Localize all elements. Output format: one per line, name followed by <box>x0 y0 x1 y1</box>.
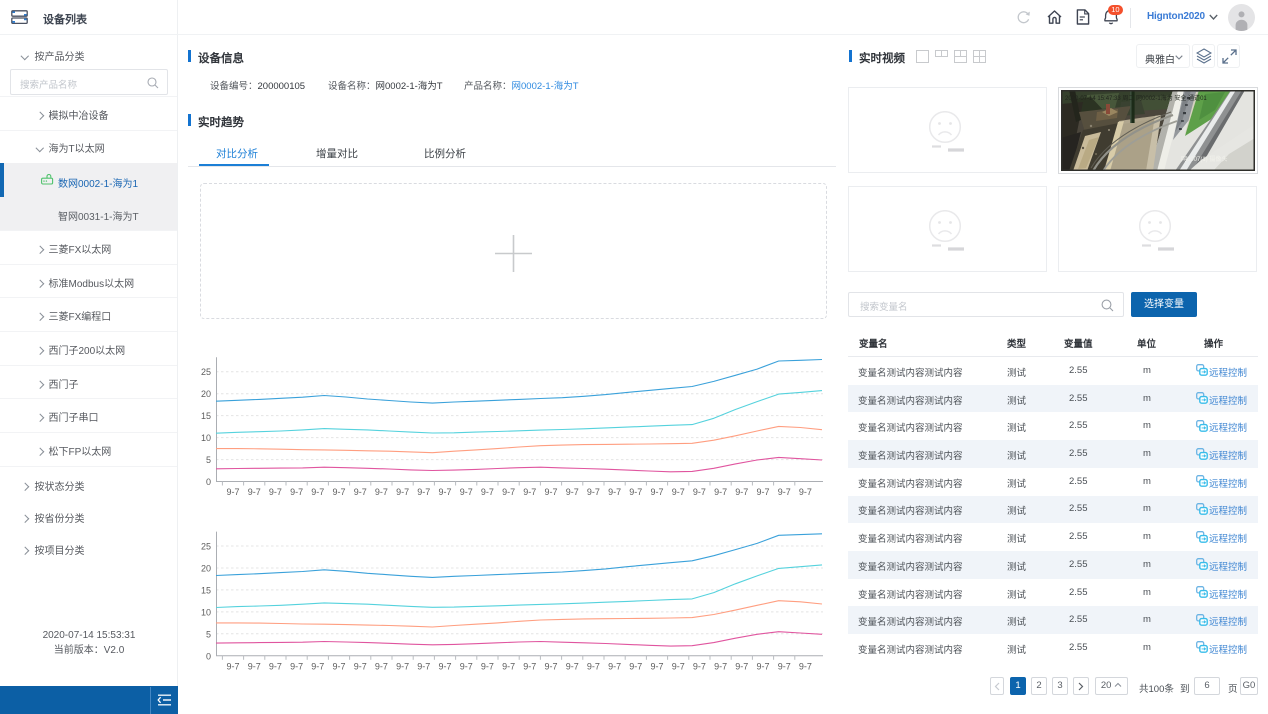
svg-text:9-7: 9-7 <box>566 661 579 671</box>
svg-text:9-7: 9-7 <box>735 487 748 497</box>
svg-text:25: 25 <box>201 367 211 377</box>
svg-text:10: 10 <box>201 433 211 443</box>
svg-text:9-7: 9-7 <box>375 487 388 497</box>
svg-text:9-7: 9-7 <box>778 661 791 671</box>
svg-text:9-7: 9-7 <box>438 487 451 497</box>
svg-text:9-7: 9-7 <box>460 661 473 671</box>
svg-text:9-7: 9-7 <box>629 487 642 497</box>
svg-text:9-7: 9-7 <box>714 487 727 497</box>
svg-text:15: 15 <box>201 585 211 595</box>
svg-text:9-7: 9-7 <box>714 661 727 671</box>
svg-text:9-7: 9-7 <box>417 661 430 671</box>
svg-text:5: 5 <box>206 455 211 465</box>
svg-text:9-7: 9-7 <box>672 661 685 671</box>
svg-text:9-7: 9-7 <box>799 661 812 671</box>
svg-text:9-7: 9-7 <box>544 487 557 497</box>
svg-text:9-7: 9-7 <box>544 661 557 671</box>
svg-text:9-7: 9-7 <box>396 661 409 671</box>
svg-text:5: 5 <box>206 629 211 639</box>
svg-text:9-7: 9-7 <box>290 661 303 671</box>
svg-text:9-7: 9-7 <box>693 487 706 497</box>
svg-text:9-7: 9-7 <box>523 487 536 497</box>
svg-text:9-7: 9-7 <box>672 487 685 497</box>
svg-text:9-7: 9-7 <box>756 487 769 497</box>
svg-text:9-7: 9-7 <box>735 661 748 671</box>
svg-text:9-7: 9-7 <box>650 487 663 497</box>
svg-text:9-7: 9-7 <box>481 661 494 671</box>
svg-text:9-7: 9-7 <box>587 661 600 671</box>
svg-text:9-7: 9-7 <box>248 487 261 497</box>
svg-text:9-7: 9-7 <box>311 661 324 671</box>
svg-text:9-7: 9-7 <box>332 661 345 671</box>
svg-text:网0007(1) 摄像头: 网0007(1) 摄像头 <box>1181 155 1227 163</box>
svg-text:9-7: 9-7 <box>693 661 706 671</box>
svg-text:9-7: 9-7 <box>481 487 494 497</box>
svg-text:20: 20 <box>201 389 211 399</box>
svg-text:9-7: 9-7 <box>799 487 812 497</box>
svg-text:9-7: 9-7 <box>756 661 769 671</box>
svg-text:9-7: 9-7 <box>311 487 324 497</box>
svg-text:9-7: 9-7 <box>502 487 515 497</box>
svg-text:9-7: 9-7 <box>269 487 282 497</box>
svg-text:9-7: 9-7 <box>502 661 515 671</box>
svg-text:2020-07-14 15:47:33 周二 网0002: 2020-07-14 15:47:33 周二 网0002-1海为 安全 通道01 <box>1065 94 1207 102</box>
svg-text:9-7: 9-7 <box>460 487 473 497</box>
svg-text:0: 0 <box>206 651 211 661</box>
svg-text:9-7: 9-7 <box>354 661 367 671</box>
svg-text:9-7: 9-7 <box>523 661 536 671</box>
svg-text:9-7: 9-7 <box>608 487 621 497</box>
svg-text:9-7: 9-7 <box>650 661 663 671</box>
svg-text:9-7: 9-7 <box>438 661 451 671</box>
svg-text:9-7: 9-7 <box>608 661 621 671</box>
svg-text:9-7: 9-7 <box>269 661 282 671</box>
svg-text:25: 25 <box>201 542 211 552</box>
svg-text:9-7: 9-7 <box>587 487 600 497</box>
svg-text:9-7: 9-7 <box>375 661 388 671</box>
svg-text:9-7: 9-7 <box>778 487 791 497</box>
svg-text:9-7: 9-7 <box>629 661 642 671</box>
svg-text:9-7: 9-7 <box>248 661 261 671</box>
svg-text:9-7: 9-7 <box>354 487 367 497</box>
svg-text:9-7: 9-7 <box>226 661 239 671</box>
svg-text:0: 0 <box>206 477 211 487</box>
svg-text:9-7: 9-7 <box>566 487 579 497</box>
svg-text:9-7: 9-7 <box>226 487 239 497</box>
svg-text:9-7: 9-7 <box>332 487 345 497</box>
svg-text:9-7: 9-7 <box>396 487 409 497</box>
svg-text:20: 20 <box>201 564 211 574</box>
svg-text:9-7: 9-7 <box>417 487 430 497</box>
svg-text:10: 10 <box>201 607 211 617</box>
svg-text:15: 15 <box>201 411 211 421</box>
svg-text:9-7: 9-7 <box>290 487 303 497</box>
